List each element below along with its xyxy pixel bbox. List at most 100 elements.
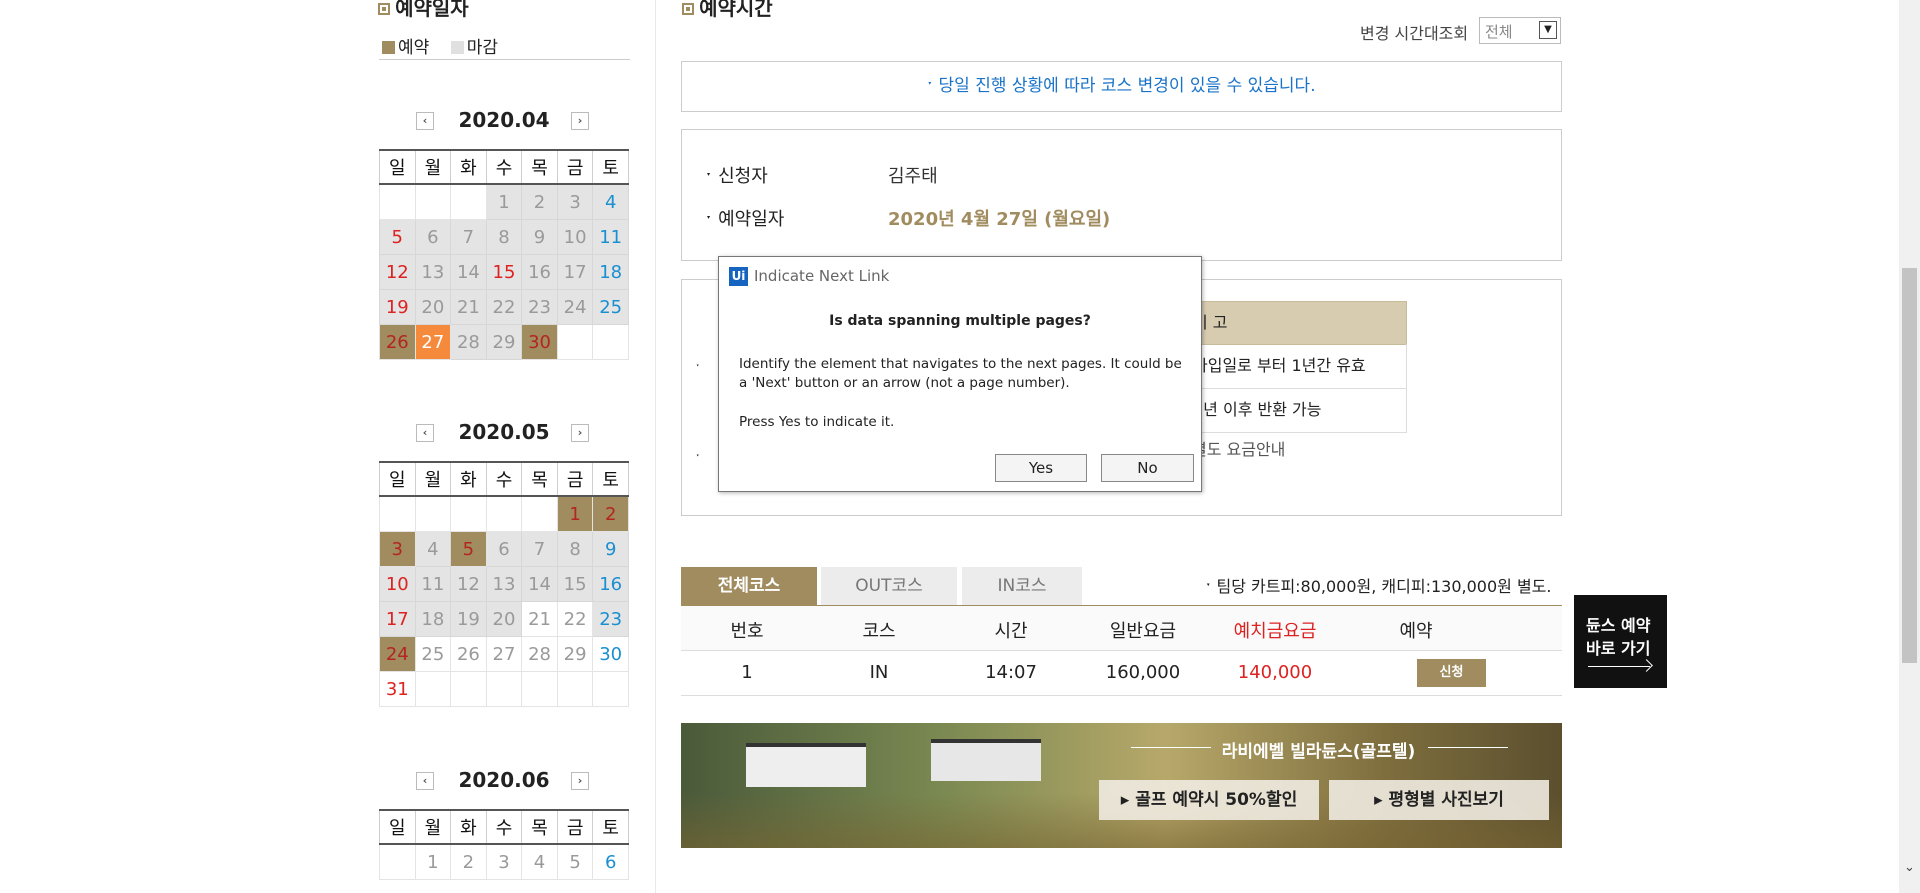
calendar-day[interactable]: 19 bbox=[379, 289, 416, 325]
calendar-day[interactable]: 1 bbox=[556, 495, 594, 532]
next-month-icon[interactable]: › bbox=[571, 424, 589, 442]
calendar-day[interactable]: 27 bbox=[414, 324, 452, 360]
calendar-day[interactable]: 18 bbox=[414, 601, 452, 637]
calendar-day[interactable]: 4 bbox=[521, 843, 558, 880]
tab-out-course[interactable]: OUT코스 bbox=[821, 567, 957, 605]
time-filter-select[interactable]: 전체 ▼ bbox=[1479, 17, 1561, 44]
calendar-day[interactable]: 28 bbox=[450, 324, 487, 360]
calendar-day[interactable]: 30 bbox=[521, 324, 558, 360]
calendar-day[interactable]: 23 bbox=[521, 289, 558, 325]
applicant-box: 신청자 김주태 예약일자 2020년 4월 27일 (월요일) bbox=[681, 129, 1562, 261]
calendar-day[interactable]: 1 bbox=[414, 843, 452, 880]
chevron-down-icon[interactable]: ▼ bbox=[1539, 21, 1557, 39]
prev-month-icon[interactable]: ‹ bbox=[416, 112, 434, 130]
calendar-day[interactable]: 11 bbox=[414, 566, 452, 602]
calendar-empty-cell bbox=[379, 183, 416, 220]
calendar-day[interactable]: 15 bbox=[556, 566, 594, 602]
calendar-day[interactable]: 2 bbox=[521, 183, 558, 220]
no-button[interactable]: No bbox=[1101, 454, 1194, 482]
cell-deposit-fee: 140,000 bbox=[1237, 662, 1313, 683]
calendar-day[interactable]: 8 bbox=[556, 531, 594, 567]
date-label-text: 예약일자 bbox=[718, 209, 785, 230]
calendar-day[interactable]: 26 bbox=[379, 324, 416, 360]
calendar-day[interactable]: 24 bbox=[379, 636, 416, 672]
calendar-day[interactable]: 31 bbox=[379, 671, 416, 707]
calendar-day[interactable]: 17 bbox=[379, 601, 416, 637]
calendar-day[interactable]: 6 bbox=[592, 843, 629, 880]
calendar-day[interactable]: 14 bbox=[521, 566, 558, 602]
calendar-day[interactable]: 27 bbox=[485, 636, 523, 672]
calendar-day[interactable]: 16 bbox=[592, 566, 629, 602]
calendar-day[interactable]: 24 bbox=[556, 289, 594, 325]
partial-table-header: 비 고 bbox=[1182, 301, 1407, 345]
calendar-day[interactable]: 5 bbox=[450, 531, 487, 567]
col-regular-fee: 일반요금 bbox=[1109, 621, 1177, 642]
calendar-day[interactable]: 5 bbox=[379, 219, 416, 255]
calendar-day[interactable]: 5 bbox=[556, 843, 594, 880]
calendar-day[interactable]: 11 bbox=[592, 219, 629, 255]
prev-month-icon[interactable]: ‹ bbox=[416, 772, 434, 790]
calendar-day[interactable]: 23 bbox=[592, 601, 629, 637]
dunes-reservation-shortcut[interactable]: 듄스 예약 바로 가기 bbox=[1574, 595, 1667, 688]
calendar-day[interactable]: 18 bbox=[592, 254, 629, 290]
calendar-day[interactable]: 29 bbox=[485, 324, 523, 360]
calendar-day[interactable]: 17 bbox=[556, 254, 594, 290]
calendar-legend: 예약 마감 bbox=[382, 33, 498, 58]
reservation-table-header: 번호 코스 시간 일반요금 예치금요금 예약 bbox=[681, 606, 1562, 651]
calendar-day[interactable]: 19 bbox=[450, 601, 487, 637]
calendar-day[interactable]: 3 bbox=[485, 843, 523, 880]
scrollbar-thumb[interactable] bbox=[1902, 268, 1917, 663]
calendar-day[interactable]: 21 bbox=[450, 289, 487, 325]
calendar-day[interactable]: 12 bbox=[450, 566, 487, 602]
vertical-scrollbar[interactable]: ⌄ bbox=[1899, 0, 1920, 893]
calendar-day[interactable]: 13 bbox=[414, 254, 452, 290]
yes-button[interactable]: Yes bbox=[995, 454, 1087, 482]
tab-all-courses[interactable]: 전체코스 bbox=[681, 567, 817, 605]
banner-discount-button[interactable]: ▸ 골프 예약시 50%할인 bbox=[1099, 780, 1319, 820]
calendar-day[interactable]: 28 bbox=[521, 636, 558, 672]
calendar-day[interactable]: 26 bbox=[450, 636, 487, 672]
calendar-day[interactable]: 10 bbox=[556, 219, 594, 255]
calendar-day[interactable]: 29 bbox=[556, 636, 594, 672]
calendar-day[interactable]: 1 bbox=[485, 183, 523, 220]
calendar-day[interactable]: 13 bbox=[485, 566, 523, 602]
calendar-day[interactable]: 9 bbox=[592, 531, 629, 567]
tab-in-course[interactable]: IN코스 bbox=[962, 567, 1082, 605]
calendar-day[interactable]: 21 bbox=[521, 601, 558, 637]
col-deposit-fee: 예치금요금 bbox=[1233, 621, 1317, 642]
next-month-icon[interactable]: › bbox=[571, 772, 589, 790]
calendar-day[interactable]: 6 bbox=[485, 531, 523, 567]
prev-month-icon[interactable]: ‹ bbox=[416, 424, 434, 442]
apply-button[interactable]: 신청 bbox=[1417, 659, 1486, 687]
calendar-day[interactable]: 14 bbox=[450, 254, 487, 290]
calendar-day[interactable]: 20 bbox=[414, 289, 452, 325]
calendar-day[interactable]: 22 bbox=[485, 289, 523, 325]
calendar-day[interactable]: 2 bbox=[450, 843, 487, 880]
calendar-day[interactable]: 20 bbox=[485, 601, 523, 637]
scroll-down-icon[interactable]: ⌄ bbox=[1902, 860, 1917, 875]
calendar-day[interactable]: 22 bbox=[556, 601, 594, 637]
calendar-day[interactable]: 25 bbox=[414, 636, 452, 672]
calendar-day[interactable]: 8 bbox=[485, 219, 523, 255]
calendar-day[interactable]: 3 bbox=[379, 531, 416, 567]
applicant-label-text: 신청자 bbox=[718, 166, 768, 187]
villa-dunes-banner[interactable]: 라비에벨 빌라듄스(골프텔) ▸ 골프 예약시 50%할인 ▸ 평형별 사진보기 bbox=[681, 723, 1562, 848]
calendar-day[interactable]: 9 bbox=[521, 219, 558, 255]
calendar-day[interactable]: 7 bbox=[521, 531, 558, 567]
calendar-day[interactable]: 10 bbox=[379, 566, 416, 602]
calendar-day[interactable]: 7 bbox=[450, 219, 487, 255]
calendar-day[interactable]: 4 bbox=[592, 183, 629, 220]
calendar-day[interactable]: 15 bbox=[485, 254, 523, 290]
weekday-header: 수 bbox=[485, 809, 523, 845]
next-month-icon[interactable]: › bbox=[571, 112, 589, 130]
calendar-day[interactable]: 3 bbox=[556, 183, 594, 220]
calendar-day[interactable]: 2 bbox=[592, 495, 629, 532]
calendar-day[interactable]: 25 bbox=[592, 289, 629, 325]
calendar-day[interactable]: 6 bbox=[414, 219, 452, 255]
calendar-day[interactable]: 12 bbox=[379, 254, 416, 290]
table-row: 1 IN 14:07 160,000 140,000 신청 bbox=[681, 651, 1562, 696]
calendar-day[interactable]: 4 bbox=[414, 531, 452, 567]
calendar-day[interactable]: 30 bbox=[592, 636, 629, 672]
banner-photos-button[interactable]: ▸ 평형별 사진보기 bbox=[1329, 780, 1549, 820]
calendar-day[interactable]: 16 bbox=[521, 254, 558, 290]
